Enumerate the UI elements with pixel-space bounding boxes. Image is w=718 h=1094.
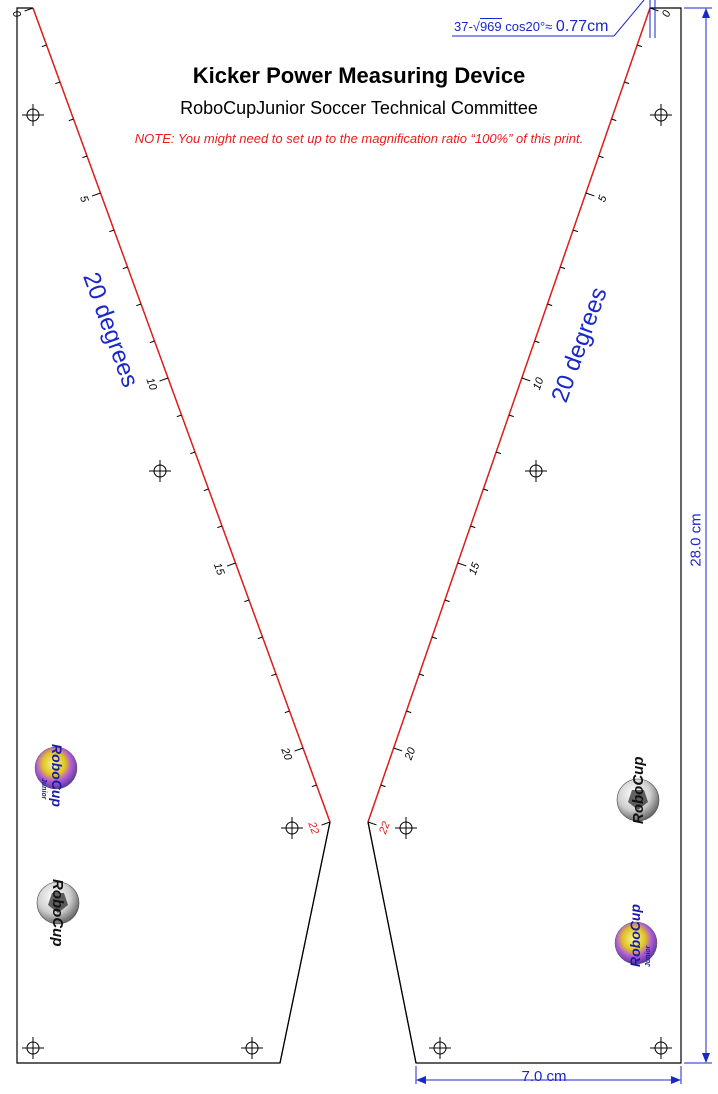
scale-label: 15 — [211, 561, 227, 577]
scale-tick — [217, 525, 223, 529]
scale-tick — [367, 821, 377, 826]
scale-tick — [444, 599, 450, 603]
scale-tick — [457, 562, 467, 567]
registration-marks — [22, 104, 672, 1059]
scale-tick — [393, 747, 403, 752]
scale-tick — [203, 488, 209, 492]
formula-result: 0.77cm — [555, 18, 609, 35]
crosshair-icon — [149, 460, 171, 482]
scale-tick — [284, 710, 290, 714]
scale-tick — [598, 155, 604, 159]
crosshair-icon — [281, 817, 303, 839]
crosshair-icon — [525, 460, 547, 482]
scale-tick — [406, 710, 412, 714]
scale-tick — [68, 118, 74, 122]
scale-tick — [82, 155, 88, 159]
scale-tick — [271, 673, 277, 677]
scale-label: 10 — [143, 376, 159, 392]
page-subtitle: RoboCupJunior Soccer Technical Committee — [180, 98, 538, 118]
crosshair-icon — [429, 1037, 451, 1059]
crosshair-icon — [241, 1037, 263, 1059]
scale-label: 22 — [305, 819, 321, 836]
crosshair-icon — [395, 817, 417, 839]
scale-tick — [176, 414, 182, 418]
scale-label: 20 — [402, 745, 418, 762]
formula-radicand: 969 — [479, 18, 502, 34]
scale-tick — [257, 636, 263, 640]
junior-logo-subtext-right: Junior — [645, 944, 652, 967]
template-drawing: 0 5 10 15 20 22 0 5 10 15 20 22 RoboCup Junior Rob… — [9, 0, 712, 1084]
scale-tick — [380, 784, 386, 788]
robocup-junior-logo-right: RoboCup Junior — [614, 904, 658, 967]
scale-tick — [419, 673, 425, 677]
scale-tick — [483, 488, 489, 492]
scale-tick — [122, 266, 128, 270]
scale-tick — [226, 562, 236, 567]
scale-tick — [560, 266, 566, 270]
scale-label: 5 — [596, 193, 610, 204]
scale-label: 10 — [531, 375, 547, 391]
scale-label: 0 — [660, 8, 674, 19]
scale-label: 15 — [467, 560, 483, 576]
scale-tick — [637, 44, 643, 48]
scale-tick — [547, 303, 553, 307]
scale-tick — [294, 747, 304, 752]
height-dimension-label: 28.0 cm — [687, 513, 705, 567]
robocup-logo-text-right: RoboCup — [630, 757, 647, 824]
scale-tick — [534, 340, 540, 344]
scale-tick — [572, 229, 578, 233]
sqrt-icon: √ — [472, 19, 480, 34]
scale-tick — [91, 192, 101, 197]
robocup-logo-left: RoboCup — [36, 879, 80, 946]
scale-tick — [136, 303, 142, 307]
scale-tick — [321, 821, 331, 826]
junior-logo-subtext: Junior — [40, 778, 47, 801]
page-title: Kicker Power Measuring Device — [192, 63, 526, 88]
scale-tick — [190, 451, 196, 455]
scale-label: 20 — [278, 745, 294, 762]
robocup-junior-logo-left: RoboCup Junior — [34, 744, 78, 807]
formula-suffix: cos20°≈ — [505, 19, 553, 34]
scale-tick — [496, 451, 502, 455]
right-lower-edge — [367, 821, 417, 1064]
scale-tick — [311, 784, 317, 788]
junior-logo-text: RoboCup — [49, 744, 65, 807]
scale-tick — [244, 599, 250, 603]
scale-tick — [470, 525, 476, 529]
scale-label: 22 — [377, 820, 393, 837]
offset-formula: 37-√969 cos20°≈ 0.77cm — [454, 18, 608, 36]
formula-prefix: 37- — [454, 19, 473, 34]
print-note: NOTE: You might need to set up to the ma… — [134, 131, 584, 146]
scale-tick — [159, 377, 169, 382]
junior-logo-text-right: RoboCup — [627, 904, 643, 967]
scale-tick — [611, 118, 617, 122]
scale-label: 5 — [77, 194, 91, 205]
scale-tick — [431, 636, 437, 640]
robocup-logo-text: RoboCup — [49, 879, 66, 946]
scale-tick — [521, 377, 531, 382]
scale-label: 0 — [9, 9, 23, 20]
robocup-logo-right: RoboCup — [616, 757, 660, 824]
scale-tick — [41, 44, 47, 48]
crosshair-icon — [650, 1037, 672, 1059]
scale-tick — [585, 192, 595, 197]
left-lower-edge — [279, 821, 331, 1064]
scale-tick — [109, 229, 115, 233]
crosshair-icon — [22, 1037, 44, 1059]
scale-tick — [149, 340, 155, 344]
width-dimension-label: 7.0 cm — [521, 1068, 567, 1085]
scale-tick — [508, 414, 514, 418]
